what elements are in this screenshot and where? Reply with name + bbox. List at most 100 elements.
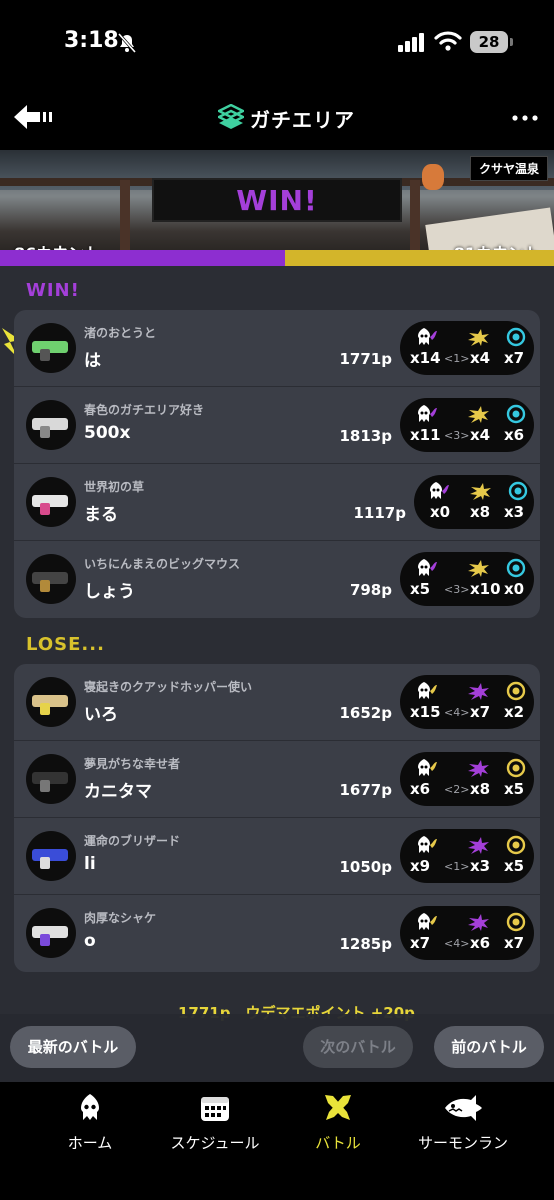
weapon-icon bbox=[26, 677, 76, 727]
win-team-label: WIN! bbox=[26, 280, 80, 301]
tab-salmon-run-label: サーモンラン bbox=[417, 1134, 508, 1152]
special-weapon-icon bbox=[504, 835, 528, 855]
win-player-row[interactable]: 渚のおとうとは 1771p x14 <1> x4 x7 bbox=[14, 310, 540, 387]
status-bar: 3:18 28 bbox=[0, 0, 554, 86]
kill-icon bbox=[414, 835, 438, 855]
stage-name: クサヤ温泉 bbox=[469, 156, 548, 181]
kill-count: x5 bbox=[410, 580, 431, 598]
special-count: x4 bbox=[470, 426, 491, 444]
kill-count: x7 bbox=[410, 934, 431, 952]
result-box: WIN! bbox=[152, 178, 402, 222]
special-weapon-icon bbox=[504, 404, 528, 424]
tab-battle-label: バトル bbox=[315, 1134, 361, 1152]
player-stats: x7 <4> x6 x7 bbox=[400, 906, 534, 960]
mode-title: ガチエリア bbox=[250, 108, 355, 132]
lose-player-row[interactable]: 夢見がちな幸せ者 カニタマ 1677p x6 <2> x8 x5 bbox=[14, 741, 540, 818]
weapon-grip bbox=[40, 426, 50, 438]
special-gauge-icon bbox=[466, 758, 490, 778]
tab-battle[interactable]: バトル bbox=[308, 1092, 368, 1153]
win-team-card: 渚のおとうとは 1771p x14 <1> x4 x7 春色のガチエリア好き 500x 1813… bbox=[14, 310, 540, 618]
weapon-body bbox=[32, 418, 68, 430]
weapon-body bbox=[32, 772, 68, 784]
player-points: 1652p bbox=[339, 704, 393, 722]
salmon-icon bbox=[445, 1095, 482, 1121]
player-points: 1285p bbox=[339, 935, 393, 953]
weapon-grip bbox=[40, 349, 50, 361]
assist-count: <1> bbox=[444, 352, 470, 365]
weapon-body bbox=[32, 926, 68, 938]
player-stats: x6 <2> x8 x5 bbox=[400, 752, 534, 806]
win-player-row[interactable]: いちにんまえのビッグマウス しょう 798p x5 <3> x10 x0 bbox=[14, 541, 540, 618]
assist-count: <4> bbox=[444, 937, 470, 950]
special-count: x10 bbox=[470, 580, 501, 598]
assist-count: <3> bbox=[444, 583, 470, 596]
special-weapon-icon bbox=[504, 558, 528, 578]
weapon-body bbox=[32, 849, 68, 861]
special-count: x8 bbox=[470, 780, 491, 798]
assist-count: <1> bbox=[444, 860, 470, 873]
battle-navigation: 最新のバトル 次のバトル 前のバトル bbox=[0, 1014, 554, 1082]
player-title: いちにんまえのビッグマウス bbox=[84, 557, 241, 571]
player-name: カニタマ bbox=[84, 782, 152, 802]
player-points: 1050p bbox=[339, 858, 393, 876]
player-title: 運命のブリザード bbox=[84, 834, 181, 848]
player-name: 500x bbox=[84, 423, 131, 443]
back-arrow-icon[interactable] bbox=[14, 104, 54, 130]
player-title: 肉厚なシャケ bbox=[84, 911, 157, 925]
lose-player-row[interactable]: 肉厚なシャケ o 1285p x7 <4> x6 x7 bbox=[14, 895, 540, 972]
weapon-body bbox=[32, 495, 68, 507]
player-title: 寝起きのクアッドホッパー使い bbox=[84, 680, 253, 694]
player-stats: x0 x8 x3 bbox=[414, 475, 534, 529]
previous-battle-button[interactable]: 前のバトル bbox=[434, 1026, 544, 1068]
next-battle-button[interactable]: 次のバトル bbox=[303, 1026, 413, 1068]
kill-count: x11 bbox=[410, 426, 441, 444]
special-gauge-icon bbox=[466, 558, 490, 578]
kill-icon bbox=[414, 327, 438, 347]
crossed-weapons-icon bbox=[325, 1095, 351, 1120]
kill-icon bbox=[414, 912, 438, 932]
special-use-count: x0 bbox=[504, 580, 525, 598]
assist-count: <4> bbox=[444, 706, 470, 719]
special-use-count: x7 bbox=[504, 934, 525, 952]
tab-home-label: ホーム bbox=[67, 1134, 113, 1152]
latest-battle-button[interactable]: 最新のバトル bbox=[10, 1026, 136, 1068]
player-points: 1813p bbox=[339, 427, 393, 445]
tab-home[interactable]: ホーム bbox=[60, 1092, 120, 1153]
weapon-icon bbox=[26, 754, 76, 804]
more-options-icon[interactable] bbox=[512, 114, 538, 122]
tab-schedule[interactable]: スケジュール bbox=[160, 1092, 270, 1153]
player-title: 世界初の草 bbox=[84, 480, 145, 494]
win-team-progress-bar bbox=[0, 250, 285, 266]
special-weapon-icon bbox=[504, 912, 528, 932]
special-use-count: x2 bbox=[504, 703, 525, 721]
silent-bell-icon bbox=[117, 33, 137, 53]
lose-player-row[interactable]: 運命のブリザード li 1050p x9 <1> x3 x5 bbox=[14, 818, 540, 895]
weapon-grip bbox=[40, 934, 50, 946]
battery-indicator: 28 bbox=[470, 31, 508, 53]
player-title: 春色のガチエリア好き bbox=[84, 403, 205, 417]
win-player-row[interactable]: 春色のガチエリア好き 500x 1813p x11 <3> x4 x6 bbox=[14, 387, 540, 464]
player-title: 渚のおとうと bbox=[84, 326, 157, 340]
player-stats: x14 <1> x4 x7 bbox=[400, 321, 534, 375]
wifi-icon bbox=[434, 31, 462, 51]
weapon-icon bbox=[26, 477, 76, 527]
weapon-body bbox=[32, 695, 68, 707]
player-name: いろ bbox=[84, 705, 118, 725]
stage-banner: クサヤ温泉 WIN! 86カウント 81カウント bbox=[0, 150, 554, 266]
player-points: 1117p bbox=[353, 504, 407, 522]
weapon-icon bbox=[26, 323, 76, 373]
kill-count: x15 bbox=[410, 703, 441, 721]
win-player-row[interactable]: 世界初の草 まる 1117p x0 x8 x3 bbox=[14, 464, 540, 541]
weapon-icon bbox=[26, 831, 76, 881]
special-use-count: x5 bbox=[504, 780, 525, 798]
stage-lantern bbox=[422, 164, 444, 190]
lose-player-row[interactable]: 寝起きのクアッドホッパー使い いろ 1652p x15 <4> x7 x2 bbox=[14, 664, 540, 741]
special-count: x3 bbox=[470, 857, 491, 875]
squid-icon bbox=[81, 1094, 99, 1120]
special-gauge-icon bbox=[466, 404, 490, 424]
weapon-grip bbox=[40, 857, 50, 869]
lose-team-card: 寝起きのクアッドホッパー使い いろ 1652p x15 <4> x7 x2 夢見がちな幸せ者カ… bbox=[14, 664, 540, 972]
special-count: x6 bbox=[470, 934, 491, 952]
tab-salmon-run[interactable]: サーモンラン bbox=[408, 1092, 518, 1153]
weapon-icon bbox=[26, 400, 76, 450]
